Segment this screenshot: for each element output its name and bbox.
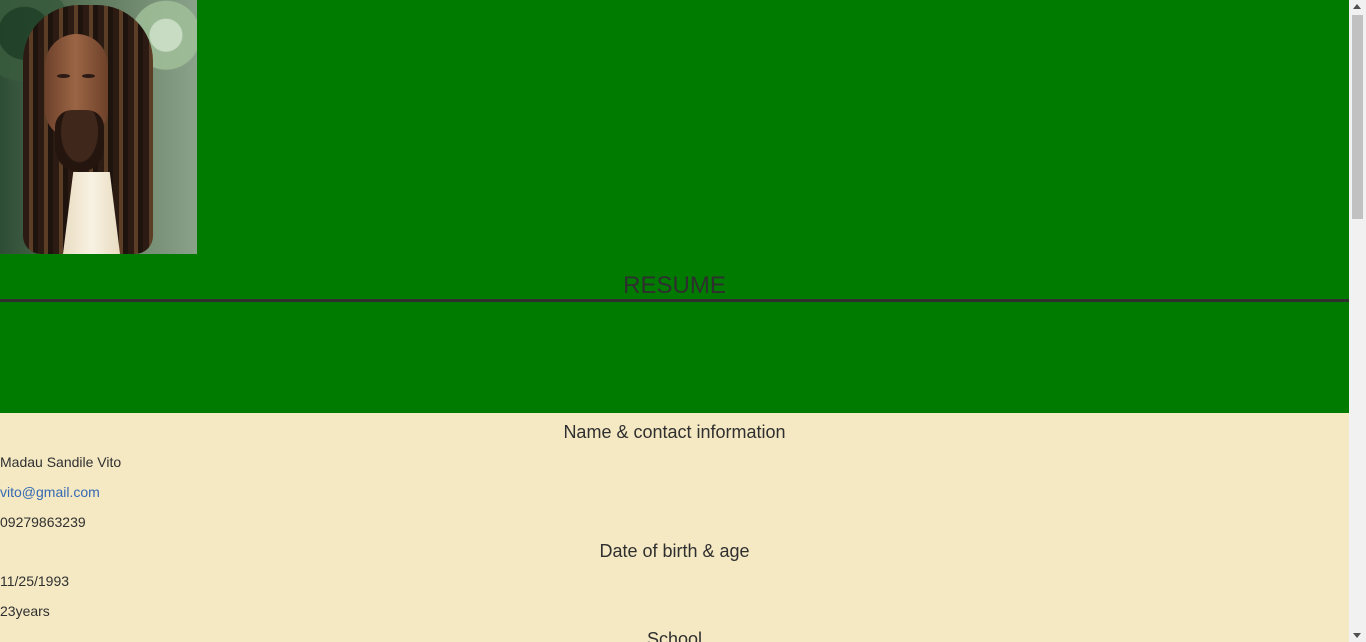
- scroll-up-icon[interactable]: [1353, 4, 1361, 9]
- age-value: 23years: [0, 603, 50, 619]
- scroll-thumb[interactable]: [1352, 15, 1363, 219]
- portrait-eye-icon: [82, 74, 95, 78]
- contact-name: Madau Sandile Vito: [0, 454, 122, 470]
- profile-photo: [0, 0, 197, 254]
- birth-date: 11/25/1993: [0, 573, 70, 589]
- birth-section-heading: Date of birth & age: [599, 541, 750, 561]
- vertical-scrollbar[interactable]: [1349, 0, 1366, 642]
- resume-header: RESUME: [0, 0, 1349, 413]
- browser-viewport: RESUME Name & contact information Madau …: [0, 0, 1366, 642]
- portrait-eye-icon: [57, 74, 70, 78]
- phone-number: 09279863239: [0, 514, 86, 530]
- resume-content: Name & contact information Madau Sandile…: [0, 413, 1349, 642]
- portrait-beard-icon: [55, 110, 104, 172]
- email-link[interactable]: vito@gmail.com: [0, 483, 100, 501]
- resume-title: RESUME: [623, 272, 726, 299]
- scroll-down-icon[interactable]: [1353, 633, 1361, 638]
- header-divider: [0, 299, 1349, 302]
- school-section-heading: School: [646, 629, 703, 642]
- resume-page: RESUME Name & contact information Madau …: [0, 0, 1349, 642]
- contact-section-heading: Name & contact information: [563, 422, 786, 442]
